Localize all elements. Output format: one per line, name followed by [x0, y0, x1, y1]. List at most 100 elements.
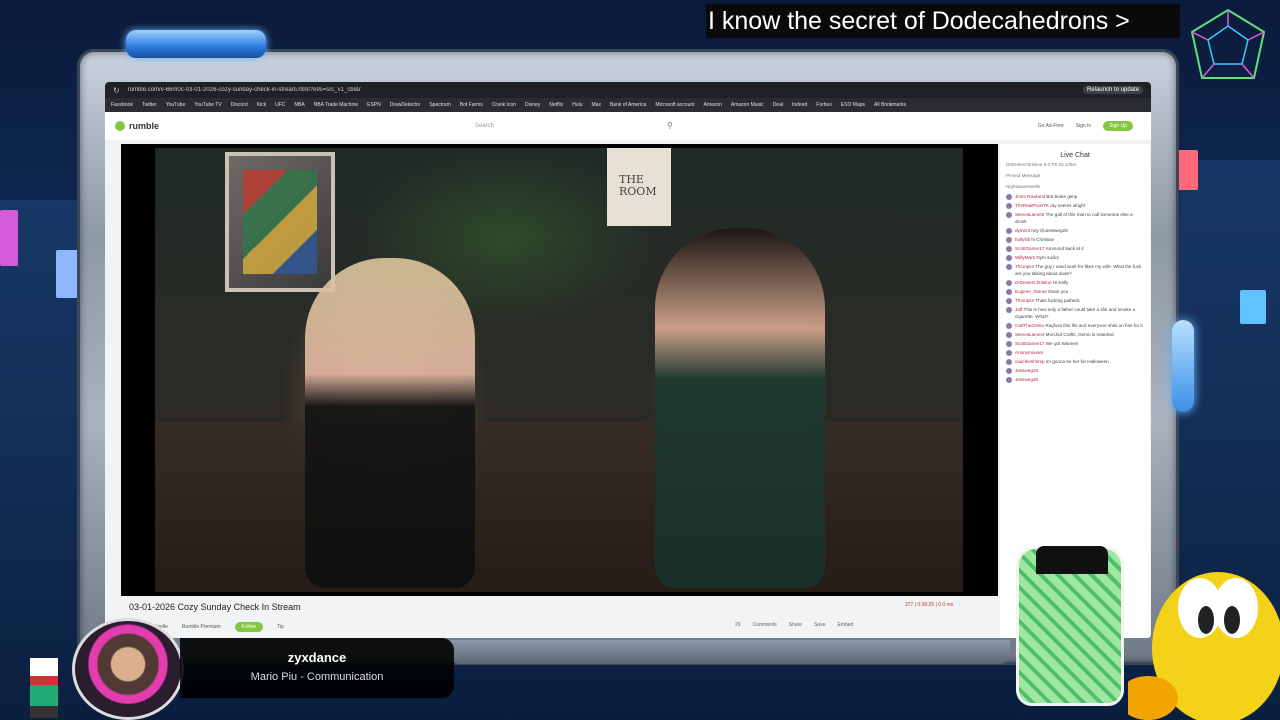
- follow-button[interactable]: Follow: [234, 622, 263, 632]
- chat-username[interactable]: TheRealPoohTK: [1015, 203, 1049, 208]
- chat-text: We got Wamen!: [1045, 341, 1079, 346]
- frame-side-light: [1172, 320, 1194, 412]
- chat-username[interactable]: WillyMars: [1015, 255, 1035, 260]
- address-bar[interactable]: rumble.com/v-66m0c-03-01-2026-cozy-sunda…: [128, 87, 1075, 93]
- bookmark[interactable]: Twitter: [142, 102, 157, 108]
- premium-link[interactable]: Rumble Premium: [182, 624, 221, 630]
- bookmark[interactable]: All Bookmarks: [874, 102, 906, 108]
- chat-message: StevesLament Morchid Crafts, Gemo is ret…: [1000, 330, 1150, 339]
- browser-toolbar: ↻ rumble.com/v-66m0c-03-01-2026-cozy-sun…: [105, 82, 1151, 98]
- sign-up-button[interactable]: Sign Up: [1103, 121, 1133, 131]
- webcam-overlay: [72, 618, 184, 720]
- chat-avatar: [1006, 323, 1012, 329]
- chat-username[interactable]: Anonymouser: [1015, 350, 1043, 355]
- chat-username[interactable]: ScottGamer17: [1015, 246, 1045, 251]
- chat-avatar: [1006, 289, 1012, 295]
- bookmark[interactable]: ESO Maps: [841, 102, 865, 108]
- tip-button[interactable]: Tip: [277, 624, 284, 630]
- logo-text: rumble: [129, 121, 160, 131]
- chat-avatar: [1006, 246, 1012, 252]
- chat-username[interactable]: Jimm Rowland: [1015, 194, 1045, 199]
- chat-username[interactable]: coachieshrimp: [1015, 359, 1045, 364]
- chat-username[interactable]: Eugene_Stoner: [1015, 289, 1047, 294]
- bookmark[interactable]: Hulu: [572, 102, 582, 108]
- chat-avatar: [1006, 332, 1012, 338]
- bookmark[interactable]: Kick: [257, 102, 266, 108]
- chat-message: Anonymouser: [1000, 348, 1150, 357]
- rumble-logo-icon: [115, 121, 125, 131]
- overlay-banner: I know the secret of Dodecahedrons >: [706, 4, 1180, 38]
- bookmark[interactable]: YouTube: [166, 102, 186, 108]
- chat-username[interactable]: dymm3: [1015, 228, 1030, 233]
- chat-message: StevesLament The gall of this man to cal…: [1000, 210, 1150, 226]
- chat-message: ScottGamer17 We got Wamen!: [1000, 339, 1150, 348]
- bookmark[interactable]: NBA: [294, 102, 304, 108]
- bookmark[interactable]: Amazon Music: [731, 102, 764, 108]
- chat-avatar: [1006, 255, 1012, 261]
- chat-username[interactable]: StevesLament: [1015, 332, 1044, 337]
- chat-avatar: [1006, 228, 1012, 234]
- chat-message: Thompsn Thats fucking pathetic: [1000, 296, 1150, 305]
- search-input[interactable]: Search: [475, 123, 675, 129]
- bookmark[interactable]: Max: [592, 102, 601, 108]
- bookmark[interactable]: Netflix: [549, 102, 563, 108]
- reload-icon[interactable]: ↻: [113, 86, 120, 95]
- bookmark[interactable]: Bank of America: [610, 102, 646, 108]
- bookmark[interactable]: Facebook: [111, 102, 133, 108]
- room-sign: THE ROOM: [607, 148, 671, 226]
- rumble-logo[interactable]: rumble: [115, 121, 159, 131]
- bookmark[interactable]: UFC: [275, 102, 285, 108]
- chat-pinned: Pinned Message: [1006, 173, 1041, 178]
- chat-username[interactable]: Thompsn: [1015, 298, 1034, 303]
- chat-username[interactable]: ScottGamer17: [1015, 341, 1045, 346]
- bookmark[interactable]: Indeed: [792, 102, 807, 108]
- bookmark[interactable]: Crank Icon: [492, 102, 516, 108]
- go-ad-free-link[interactable]: Go Ad-Free: [1038, 123, 1064, 129]
- chat-message: ScottGamer17 Ammond back at it: [1000, 244, 1150, 253]
- bookmark[interactable]: NBA Trade Machine: [314, 102, 358, 108]
- chat-username[interactable]: Jessweg28: [1015, 377, 1038, 382]
- bookmark[interactable]: ESPN: [367, 102, 381, 108]
- share-button[interactable]: Share: [789, 622, 802, 628]
- chat-text: Morchid Crafts, Gemo is retarded: [1045, 332, 1114, 337]
- chat-username[interactable]: Jaff: [1015, 307, 1022, 312]
- chat-avatar: [1006, 377, 1012, 383]
- search-icon[interactable]: ⚲: [667, 121, 673, 130]
- bookmark[interactable]: Forbes: [816, 102, 832, 108]
- chat-username[interactable]: Jessweg28: [1015, 368, 1038, 373]
- bookmark[interactable]: Disney: [525, 102, 540, 108]
- frame-light-cap: [126, 30, 266, 58]
- bookmark[interactable]: Bot Farms: [460, 102, 483, 108]
- embed-button[interactable]: Embed: [838, 622, 854, 628]
- comments-button[interactable]: Comments: [753, 622, 777, 628]
- relaunch-button[interactable]: Relaunch to update: [1082, 86, 1143, 94]
- bookmark[interactable]: Spectrum: [429, 102, 450, 108]
- chat-username[interactable]: CarlTheGreen: [1015, 323, 1044, 328]
- bookmark[interactable]: Microsoft account: [655, 102, 694, 108]
- chat-text: hey @Jessweg28: [1031, 228, 1068, 233]
- bookmark[interactable]: YouTube TV: [194, 102, 221, 108]
- bookmark[interactable]: Deal: [773, 102, 783, 108]
- chat-message: Jimm Rowland Bot broke gimp: [1000, 192, 1150, 201]
- bookmark[interactable]: Amazon: [704, 102, 722, 108]
- bookmark[interactable]: DrawDetector: [390, 102, 421, 108]
- koopa-character: [1128, 572, 1280, 720]
- chat-text: hi Christian: [1031, 237, 1055, 242]
- chat-username[interactable]: DrDexterChristine: [1015, 280, 1052, 285]
- save-button[interactable]: Save: [814, 622, 825, 628]
- video-player[interactable]: THE ROOM: [121, 144, 998, 596]
- sign-in-link[interactable]: Sign In: [1076, 123, 1092, 129]
- chat-avatar: [1006, 368, 1012, 374]
- chat-message: TheRealPoohTK ray seems alright: [1000, 201, 1150, 210]
- chat-username[interactable]: StevesLament: [1015, 212, 1044, 217]
- like-button[interactable]: 29: [735, 622, 741, 628]
- chat-message: Eugene_Stoner thank you: [1000, 287, 1150, 296]
- chat-message: coachieshrimp Im gonna be her for Hallow…: [1000, 357, 1150, 366]
- chat-username[interactable]: hollyhill: [1015, 237, 1030, 242]
- shell-top: [1036, 546, 1108, 574]
- chat-pinned: DrDexterChristine 0.0 PS Its critter: [1006, 162, 1077, 167]
- chat-text: Thats fucking pathetic: [1035, 298, 1081, 303]
- bookmark[interactable]: Discord: [231, 102, 248, 108]
- chat-username[interactable]: Thompsn: [1015, 264, 1034, 269]
- chat-message: Jaff This is how only a father could tak…: [1000, 305, 1150, 321]
